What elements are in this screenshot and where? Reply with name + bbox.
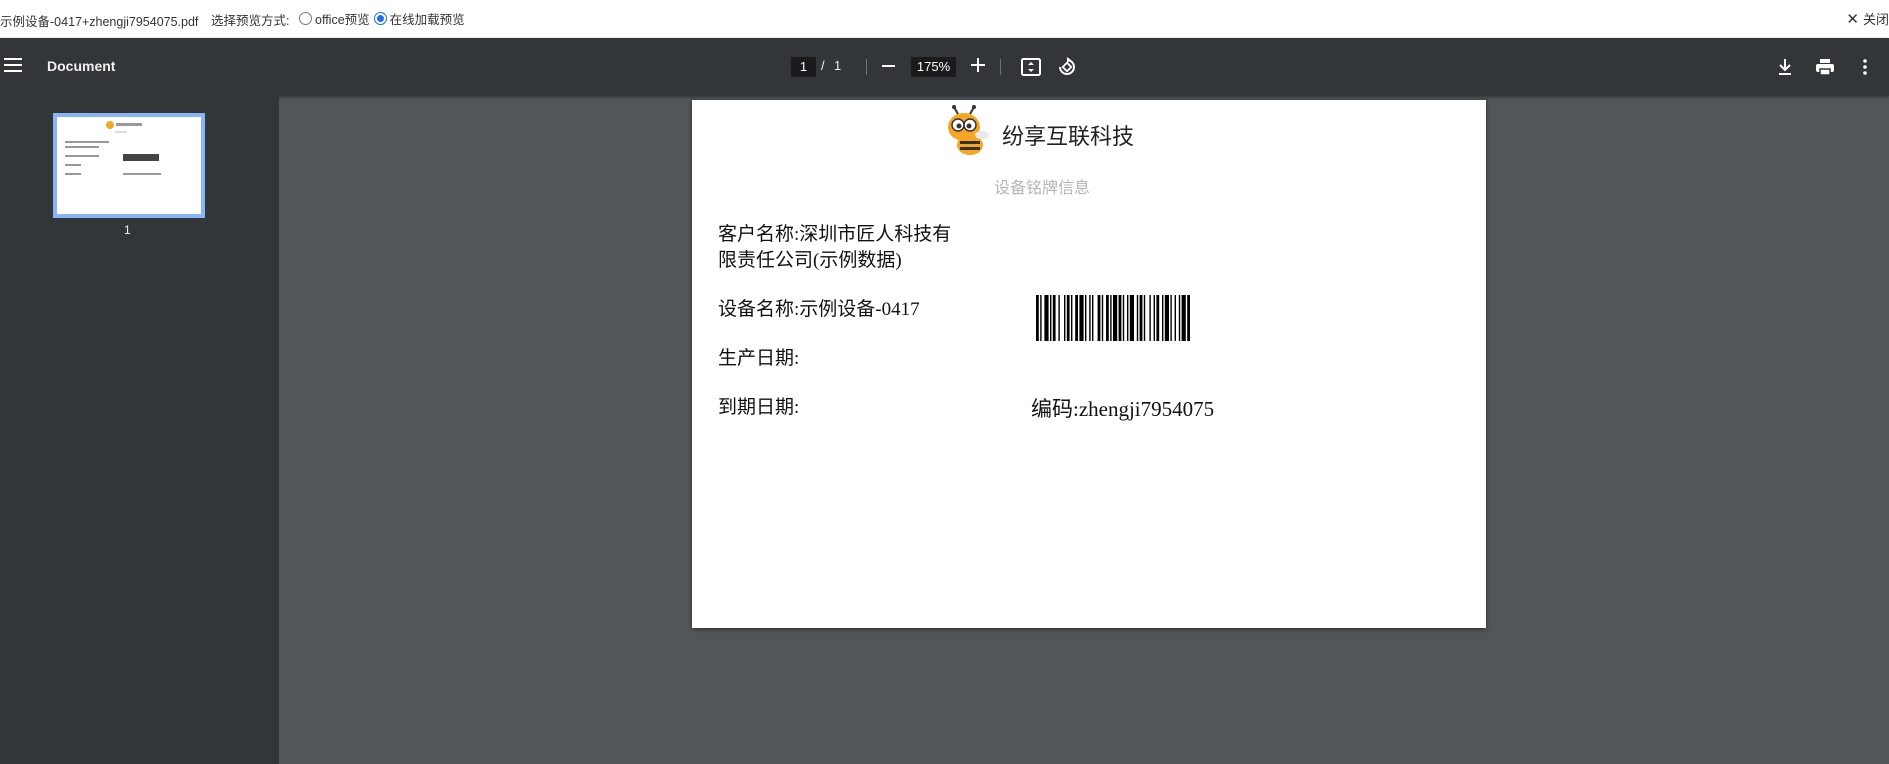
barcode-bar bbox=[1143, 295, 1146, 341]
barcode-bar bbox=[1113, 295, 1118, 341]
office-preview-radio[interactable] bbox=[299, 12, 312, 25]
barcode-bar bbox=[1174, 295, 1176, 341]
barcode-bar bbox=[1178, 295, 1181, 341]
thumbnail-preview bbox=[57, 117, 201, 214]
barcode-bar bbox=[1040, 295, 1042, 341]
customer-name-line-2: 限责任公司(示例数据) bbox=[718, 250, 902, 271]
barcode-bar bbox=[1064, 295, 1066, 341]
barcode-bar bbox=[1136, 295, 1139, 341]
barcode-bar bbox=[1127, 295, 1129, 341]
company-name: 纷享互联科技 bbox=[1002, 124, 1135, 149]
bee-logo bbox=[948, 105, 989, 155]
barcode-bar bbox=[1129, 295, 1134, 341]
preview-header: 示例设备-0417+zhengji7954075.pdf 选择预览方式: off… bbox=[0, 0, 1889, 38]
barcode-bar bbox=[1149, 295, 1151, 341]
page-separator: / bbox=[821, 58, 825, 73]
document-subtitle: 设备铭牌信息 bbox=[994, 180, 1091, 197]
barcode-bar bbox=[1052, 295, 1056, 341]
barcode-bar bbox=[1118, 295, 1122, 341]
barcode-bar bbox=[1110, 295, 1112, 341]
barcode-bar bbox=[1071, 295, 1073, 341]
barcode-bar bbox=[1092, 295, 1094, 341]
rotate-icon[interactable] bbox=[1055, 55, 1079, 79]
barcode-bar bbox=[1089, 295, 1091, 341]
barcode-image bbox=[1036, 295, 1190, 341]
preview-mode-label: 选择预览方式: bbox=[211, 14, 290, 28]
barcode-bar bbox=[1181, 295, 1186, 341]
barcode-bar bbox=[1122, 295, 1125, 341]
office-preview-label: office预览 bbox=[315, 13, 370, 27]
barcode-bar bbox=[1153, 295, 1155, 341]
barcode-bar bbox=[1156, 295, 1160, 341]
barcode-bar bbox=[1085, 295, 1087, 341]
customer-name-line-1: 客户名称:深圳市匠人科技有 bbox=[718, 224, 952, 245]
zoom-level-input[interactable]: 175% bbox=[911, 57, 956, 77]
barcode-bar bbox=[1101, 295, 1104, 341]
barcode-bar bbox=[1075, 295, 1078, 341]
barcode-bar bbox=[1164, 295, 1169, 341]
close-icon: ✕ bbox=[1846, 10, 1859, 28]
device-name: 设备名称:示例设备-0417 bbox=[718, 299, 920, 320]
thumbnail-page-number: 1 bbox=[124, 223, 131, 237]
download-icon[interactable] bbox=[1773, 55, 1797, 79]
pdf-toolbar: Document 1 / 1 175% bbox=[0, 38, 1889, 96]
online-preview-option[interactable]: 在线加载预览 bbox=[373, 9, 465, 28]
print-icon[interactable] bbox=[1813, 55, 1837, 79]
barcode-bar bbox=[1097, 295, 1101, 341]
preview-mode-radio-group: office预览 在线加载预览 bbox=[299, 9, 469, 28]
barcode-bar bbox=[1079, 295, 1084, 341]
online-preview-radio[interactable] bbox=[373, 12, 387, 25]
pdf-page: 纷享互联科技 设备铭牌信息 客户名称:深圳市匠人科技有 限责任公司(示例数据) … bbox=[692, 100, 1486, 628]
barcode-bar bbox=[1058, 295, 1060, 341]
toolbar-divider bbox=[1000, 59, 1001, 75]
zoom-out-icon[interactable] bbox=[882, 65, 895, 67]
barcode-bar bbox=[1050, 295, 1052, 341]
zoom-in-icon[interactable] bbox=[971, 58, 985, 72]
close-button[interactable]: ✕ 关闭 bbox=[1846, 9, 1889, 28]
page-total: 1 bbox=[834, 58, 842, 73]
barcode-bar bbox=[1036, 295, 1039, 341]
expiry-date: 到期日期: bbox=[718, 397, 800, 418]
barcode-bar bbox=[1066, 295, 1070, 341]
barcode-bar bbox=[1187, 295, 1190, 341]
device-code: 编码:zhengji7954075 bbox=[1031, 397, 1215, 421]
more-vert-icon[interactable] bbox=[1853, 55, 1877, 79]
barcode-bar bbox=[1170, 295, 1172, 341]
production-date: 生产日期: bbox=[718, 348, 800, 369]
online-preview-label: 在线加载预览 bbox=[389, 13, 465, 27]
menu-icon[interactable] bbox=[4, 58, 22, 72]
barcode-bar bbox=[1106, 295, 1109, 341]
office-preview-option[interactable]: office预览 bbox=[299, 9, 370, 28]
barcode-bar bbox=[1139, 295, 1143, 341]
page-thumbnail[interactable] bbox=[53, 113, 205, 218]
toolbar-divider bbox=[866, 59, 867, 75]
thumbnail-sidebar: 1 bbox=[0, 96, 279, 764]
barcode-bar bbox=[1162, 295, 1164, 341]
document-title: Document bbox=[47, 58, 116, 74]
page-number-input[interactable]: 1 bbox=[791, 57, 816, 77]
close-label: 关闭 bbox=[1862, 12, 1889, 27]
file-name: 示例设备-0417+zhengji7954075.pdf bbox=[0, 15, 199, 29]
barcode-bar bbox=[1044, 295, 1049, 341]
fit-page-icon[interactable] bbox=[1019, 55, 1043, 79]
